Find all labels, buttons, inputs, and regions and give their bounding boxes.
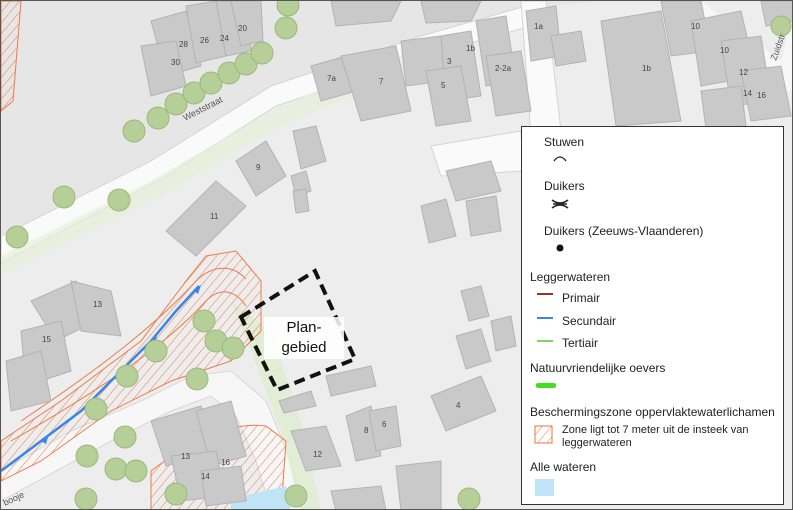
- house-number: 12: [313, 450, 322, 459]
- house-number: 10: [720, 46, 729, 55]
- house-number: 16: [757, 91, 766, 100]
- house-number: 15: [42, 335, 51, 344]
- house-number: 1a: [534, 22, 543, 31]
- plangebied-label-line1: Plan-: [286, 319, 322, 336]
- house-number: 1b: [466, 44, 475, 53]
- house-number: 28: [179, 40, 188, 49]
- legend-bescherming-label: Beschermingszone oppervlaktewaterlichame…: [530, 405, 775, 419]
- legend-tertiair-label: Tertiair: [562, 336, 599, 350]
- legend-duikers-zv-label: Duikers (Zeeuws-Vlaanderen): [544, 224, 704, 238]
- duikers-zv-icon: [556, 244, 564, 252]
- house-number: 1b: [642, 64, 651, 73]
- zone-hatch-icon: [534, 425, 553, 444]
- house-number: 10: [691, 22, 700, 31]
- house-number: 3: [447, 57, 452, 66]
- tertiair-line-icon: [537, 340, 553, 342]
- house-number: 4: [456, 401, 461, 410]
- house-number: 12: [739, 68, 748, 77]
- house-number: 14: [201, 472, 210, 481]
- house-number: 7a: [327, 74, 336, 83]
- house-number: 26: [200, 36, 209, 45]
- legend-natuurvriendelijke-label: Natuurvriendelijke oevers: [530, 361, 666, 375]
- house-number: 13: [181, 452, 190, 461]
- plangebied-label-line2: gebied: [281, 339, 327, 356]
- house-number: 30: [171, 58, 180, 67]
- plangebied-label: Plan- gebied: [264, 317, 344, 359]
- legend-zone-line2: leggerwateren: [562, 437, 632, 449]
- primair-line-icon: [537, 293, 553, 295]
- house-number: 5: [441, 81, 446, 90]
- stuwen-icon: [553, 156, 567, 162]
- house-number: 2-2a: [495, 64, 512, 73]
- house-number: 16: [221, 458, 230, 467]
- legend-zone-line1: Zone ligt tot 7 meter uit de insteek van: [562, 424, 749, 436]
- legend-leggerwateren-label: Leggerwateren: [530, 270, 611, 284]
- legend-secundair-label: Secundair: [562, 314, 617, 328]
- house-number: 20: [238, 24, 247, 33]
- house-number: 7: [379, 77, 384, 86]
- natuur-oever-icon: [536, 383, 556, 388]
- house-number: 13: [93, 300, 102, 309]
- house-number: 9: [256, 163, 261, 172]
- duikers-icon: [551, 199, 569, 209]
- alle-wateren-icon: [535, 479, 554, 496]
- house-number: 24: [220, 34, 229, 43]
- legend-stuwen-label: Stuwen: [544, 135, 585, 149]
- secundair-line-icon: [537, 317, 553, 319]
- legend-alle-wateren-label: Alle wateren: [530, 460, 597, 474]
- house-number: 11: [210, 212, 219, 221]
- house-number: 8: [364, 426, 369, 435]
- house-number: 14: [743, 89, 752, 98]
- legend-duikers-label: Duikers: [544, 179, 585, 193]
- map-legend: Stuwen Duikers Duikers (Zeeuws-Vlaandere…: [521, 126, 784, 505]
- house-number: 6: [382, 420, 387, 429]
- legend-primair-label: Primair: [562, 291, 600, 305]
